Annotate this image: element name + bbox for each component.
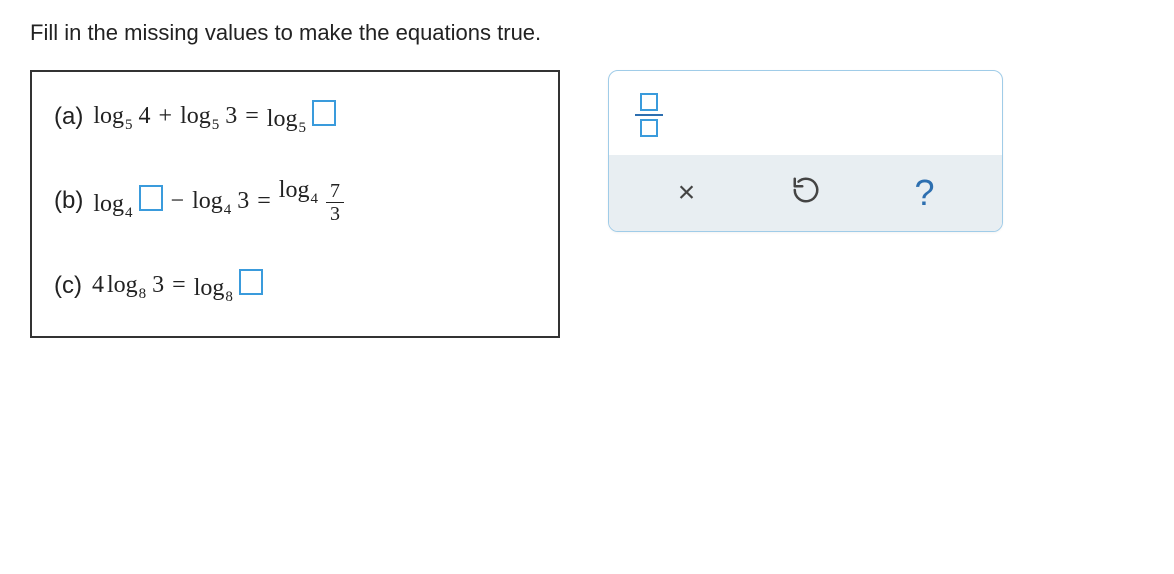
log-arg: 3 <box>225 103 237 130</box>
problem-c: (c) 4 log 8 3 = log 8 <box>54 269 536 302</box>
operator-equals: = <box>245 103 259 130</box>
tool-panel: × ? <box>608 70 1003 232</box>
answer-input-c[interactable] <box>239 269 263 295</box>
problem-a-term1: log 5 4 <box>93 103 150 130</box>
help-icon: ? <box>914 172 934 214</box>
log-base: 4 <box>125 205 133 222</box>
fraction-numerator: 7 <box>326 180 344 203</box>
log-arg: 3 <box>152 272 164 299</box>
fraction-tool-button[interactable] <box>635 93 663 137</box>
log-base: 8 <box>139 286 147 303</box>
problem-a-term2: log 5 3 <box>180 103 237 130</box>
problem-a: (a) log 5 4 + log 5 3 = log 5 <box>54 100 536 133</box>
answer-input-a[interactable] <box>312 100 336 126</box>
content-row: (a) log 5 4 + log 5 3 = log 5 (b) lo <box>30 70 1144 338</box>
log-arg: 4 <box>139 103 151 130</box>
problem-b-term1: log 4 <box>93 185 162 218</box>
fraction-tool-top-box-icon <box>640 93 658 111</box>
fraction-7-3: 7 3 <box>326 180 344 225</box>
reset-icon <box>791 175 821 211</box>
instructions-text: Fill in the missing values to make the e… <box>30 20 1144 46</box>
log-base: 4 <box>310 191 318 208</box>
clear-button[interactable]: × <box>627 171 746 215</box>
log-word: log <box>93 103 124 130</box>
log-base: 5 <box>125 117 133 134</box>
fraction-tool-bar-icon <box>635 114 663 116</box>
coefficient: 4 <box>92 272 104 299</box>
reset-button[interactable] <box>746 171 865 215</box>
log-base: 8 <box>225 289 233 306</box>
log-base: 4 <box>224 202 232 219</box>
operator-minus: − <box>171 188 185 215</box>
log-word: log <box>93 191 124 218</box>
problem-box: (a) log 5 4 + log 5 3 = log 5 (b) lo <box>30 70 560 338</box>
operator-plus: + <box>159 103 173 130</box>
palette-row <box>609 71 1002 155</box>
log-base: 5 <box>298 120 306 137</box>
log-arg: 3 <box>237 188 249 215</box>
operator-equals: = <box>172 272 186 299</box>
fraction-denominator: 3 <box>326 203 344 225</box>
log-word: log <box>107 272 138 299</box>
log-word: log <box>267 106 298 133</box>
fraction-tool-bottom-box-icon <box>640 119 658 137</box>
log-base: 5 <box>212 117 220 134</box>
problem-c-term2: log 8 <box>194 269 263 302</box>
log-word: log <box>194 275 225 302</box>
actions-row: × ? <box>609 155 1002 231</box>
help-button[interactable]: ? <box>865 171 984 215</box>
problem-a-term3: log 5 <box>267 100 336 133</box>
problem-b-term3: log 4 7 3 <box>279 177 344 225</box>
problem-c-term1: log 8 3 <box>107 272 164 299</box>
operator-equals: = <box>257 188 271 215</box>
problem-a-label: (a) <box>54 103 83 131</box>
problem-c-label: (c) <box>54 272 82 300</box>
problem-b-label: (b) <box>54 187 83 215</box>
close-icon: × <box>678 176 696 210</box>
log-word: log <box>192 188 223 215</box>
log-word: log <box>279 177 310 204</box>
problem-b: (b) log 4 − log 4 3 = log 4 7 3 <box>54 177 536 225</box>
answer-input-b[interactable] <box>139 185 163 211</box>
log-word: log <box>180 103 211 130</box>
problem-b-term2: log 4 3 <box>192 188 249 215</box>
